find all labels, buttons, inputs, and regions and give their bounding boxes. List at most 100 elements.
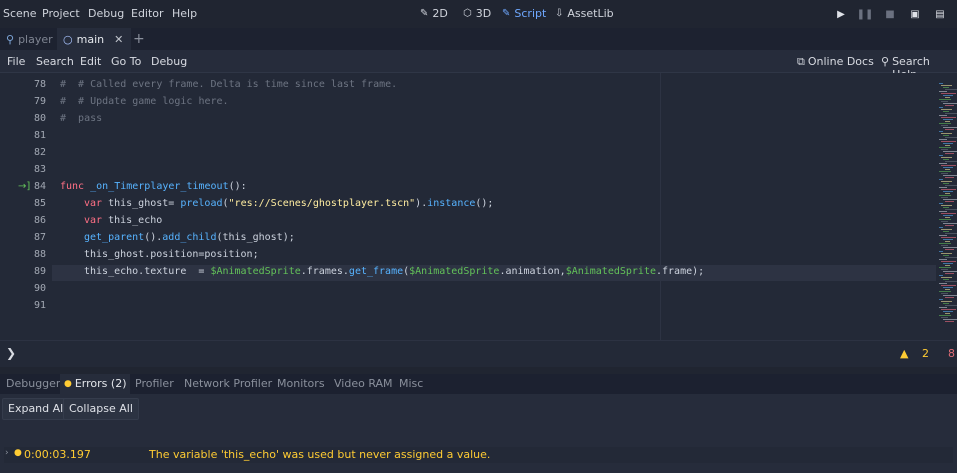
play-custom-scene-button[interactable]: ▤: [932, 6, 948, 22]
minimap-line: [941, 277, 952, 278]
line-number: 78: [33, 79, 46, 90]
minimap-line: [945, 273, 954, 274]
expand-all-button[interactable]: Expand All: [2, 398, 73, 420]
minimap-line: [943, 167, 953, 168]
minimap-line: [941, 309, 956, 310]
tab-monitors[interactable]: Monitors: [273, 374, 329, 394]
menu-editor[interactable]: Editor: [131, 7, 164, 20]
tab-network-profiler[interactable]: Network Profiler: [180, 374, 276, 394]
minimap-line: [939, 139, 947, 140]
menu-search[interactable]: Search: [36, 55, 74, 68]
minimap-line: [943, 247, 957, 248]
warning-count[interactable]: 2: [922, 347, 929, 360]
stop-button[interactable]: ■: [882, 6, 898, 22]
minimap-line: [945, 105, 954, 106]
tab-player[interactable]: ⚲ player: [0, 28, 58, 50]
minimap-line: [939, 155, 943, 156]
menu-project[interactable]: Project: [42, 7, 80, 20]
minimap-line: [945, 177, 954, 178]
collapse-all-button[interactable]: Collapse All: [63, 398, 139, 420]
line-number: 90: [33, 283, 46, 294]
minimap-line: [945, 193, 950, 194]
code-line[interactable]: var this_echo: [84, 215, 162, 226]
minimap-line: [939, 171, 951, 172]
line-number: 80: [33, 113, 46, 124]
menu-script-debug[interactable]: Debug: [151, 55, 187, 68]
minimap-line: [939, 283, 947, 284]
pause-button[interactable]: ❚❚: [857, 6, 874, 22]
play-scene-button[interactable]: ▣: [907, 6, 923, 22]
menu-edit[interactable]: Edit: [80, 55, 101, 68]
tab-profiler[interactable]: Profiler: [131, 374, 178, 394]
code-line[interactable]: func _on_Timerplayer_timeout():: [60, 181, 247, 192]
warning-dot-icon: ●: [14, 448, 22, 458]
minimap-line: [945, 313, 950, 314]
minimap-line: [941, 149, 948, 150]
add-tab-button[interactable]: +: [127, 28, 151, 50]
menu-debug[interactable]: Debug: [88, 7, 124, 20]
tab-errors[interactable]: ● Errors (2): [60, 374, 131, 394]
minimap-line: [943, 127, 957, 128]
code-line[interactable]: var this_ghost= preload("res://Scenes/gh…: [84, 198, 493, 209]
expand-arrow-icon[interactable]: ›: [5, 448, 9, 458]
minimap-line: [945, 161, 957, 162]
minimap-line: [941, 141, 956, 142]
minimap-line: [943, 95, 953, 96]
minimap-line: [939, 187, 947, 188]
tab-video-ram[interactable]: Video RAM: [330, 374, 397, 394]
play-custom-scene-icon: ▤: [935, 8, 945, 20]
menu-goto[interactable]: Go To: [111, 55, 141, 68]
warning-icon: ▲: [900, 347, 909, 360]
line-number: 83: [33, 164, 46, 175]
minimap-line: [941, 85, 952, 86]
error-count[interactable]: 8: [948, 347, 955, 360]
menu-help[interactable]: Help: [172, 7, 197, 20]
close-icon[interactable]: ✕: [114, 33, 123, 46]
minimap-line: [939, 227, 943, 228]
workspace-2d[interactable]: ✎ 2D: [420, 7, 448, 20]
workspace-3d[interactable]: ⬡ 3D: [463, 7, 491, 20]
minimap-line: [945, 89, 957, 90]
minimap-line: [943, 207, 949, 208]
minimap-line: [945, 201, 954, 202]
minimap-line: [939, 91, 947, 92]
error-entry[interactable]: › ● 0:00:03.197 The variable 'this_echo'…: [4, 447, 953, 463]
tab-main[interactable]: ○ main ✕: [57, 28, 131, 50]
minimap-line: [943, 239, 953, 240]
code-line[interactable]: get_parent().add_child(this_ghost);: [84, 232, 295, 243]
menu-file[interactable]: File: [7, 55, 25, 68]
bottom-panel-tabs: Debugger ● Errors (2) Profiler Network P…: [0, 374, 957, 394]
minimap-line: [945, 137, 957, 138]
minimap-line: [943, 271, 957, 272]
toggle-panel-icon[interactable]: ❯: [6, 346, 16, 360]
minimap-line: [943, 151, 957, 152]
code-line[interactable]: # # Update game logic here.: [60, 96, 229, 107]
code-line[interactable]: # # Called every frame. Delta is time si…: [60, 79, 397, 90]
minimap-line: [941, 189, 956, 190]
play-button[interactable]: ▶: [833, 6, 849, 22]
minimap-line: [939, 219, 951, 220]
line-number: 85: [33, 198, 46, 209]
external-link-icon: ⧉: [797, 55, 805, 68]
code-line[interactable]: # pass: [60, 113, 102, 124]
minimap-line: [939, 235, 947, 236]
online-docs-link[interactable]: ⧉ Online Docs: [797, 55, 874, 69]
minimap-line: [945, 121, 950, 122]
minimap-line: [943, 287, 953, 288]
signal-connection-icon[interactable]: →]: [18, 181, 30, 192]
minimap[interactable]: [936, 73, 957, 340]
code-line[interactable]: this_ghost.position=position;: [84, 249, 259, 260]
code-line[interactable]: this_echo.texture = $AnimatedSprite.fram…: [84, 266, 704, 277]
tab-debugger[interactable]: Debugger: [2, 374, 64, 394]
minimap-line: [945, 281, 957, 282]
tab-misc[interactable]: Misc: [395, 374, 427, 394]
minimap-line: [941, 181, 952, 182]
workspace-script[interactable]: ✎ Script: [502, 7, 546, 20]
line-number: 89: [33, 266, 46, 277]
menu-scene[interactable]: Scene: [3, 7, 37, 20]
minimap-line: [941, 213, 956, 214]
workspace-assetlib[interactable]: ⇩ AssetLib: [555, 7, 614, 20]
minimap-line: [943, 199, 957, 200]
minimap-line: [939, 243, 951, 244]
minimap-line: [945, 129, 954, 130]
